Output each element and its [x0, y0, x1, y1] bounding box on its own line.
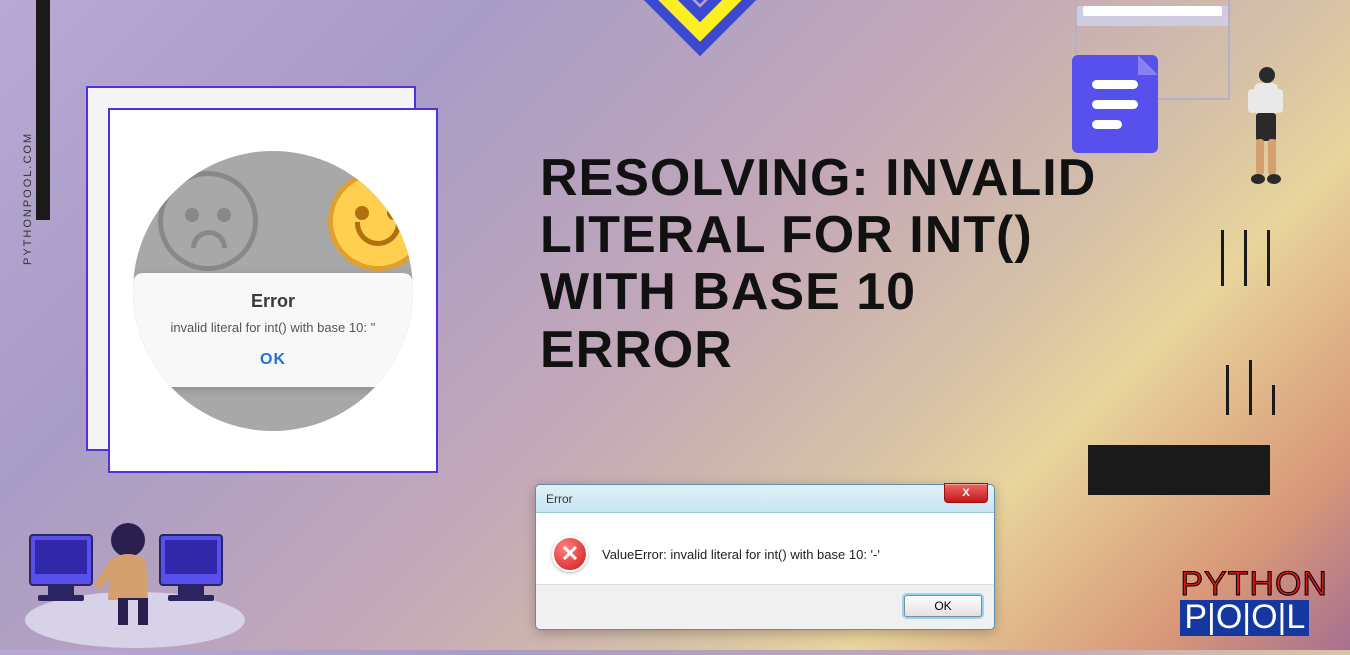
brand-logo: PYTHON P|O|O|L [1180, 568, 1328, 636]
win7-error-message: ValueError: invalid literal for int() wi… [602, 547, 880, 562]
happy-face-icon [328, 171, 413, 271]
win7-error-dialog: Error X ✕ ValueError: invalid literal fo… [535, 484, 995, 630]
person-standing-icon [1240, 65, 1290, 185]
site-url: PYTHONPOOL.COM [22, 132, 34, 265]
mobile-error-ok-button[interactable]: OK [143, 351, 403, 369]
mobile-error-image: Error invalid literal for int() with bas… [133, 151, 413, 431]
decorative-marks-bottom [1206, 355, 1275, 415]
win7-titlebar: Error X [536, 485, 994, 513]
win7-ok-button[interactable]: OK [904, 595, 982, 617]
win7-close-button[interactable]: X [944, 483, 988, 503]
page-title: RESOLVING: INVALID LITERAL FOR INT() WIT… [540, 150, 1100, 379]
mobile-error-dialog: Error invalid literal for int() with bas… [133, 273, 413, 387]
error-icon: ✕ [552, 536, 588, 572]
chevron-badge-icon [615, 0, 785, 100]
logo-top-text: PYTHON [1180, 568, 1328, 600]
decorative-marks-top [1201, 230, 1270, 291]
logo-bottom-text: P|O|O|L [1180, 600, 1309, 636]
desk-scene-icon [20, 480, 250, 650]
sad-face-icon [158, 171, 258, 271]
mobile-error-message: invalid literal for int() with base 10: … [143, 320, 403, 335]
document-icon [1072, 55, 1158, 153]
decorative-block [1088, 445, 1270, 495]
mobile-error-title: Error [143, 291, 403, 312]
decorative-bar [36, 0, 50, 220]
framed-image: Error invalid literal for int() with bas… [100, 100, 430, 465]
win7-dialog-title: Error [546, 492, 573, 506]
